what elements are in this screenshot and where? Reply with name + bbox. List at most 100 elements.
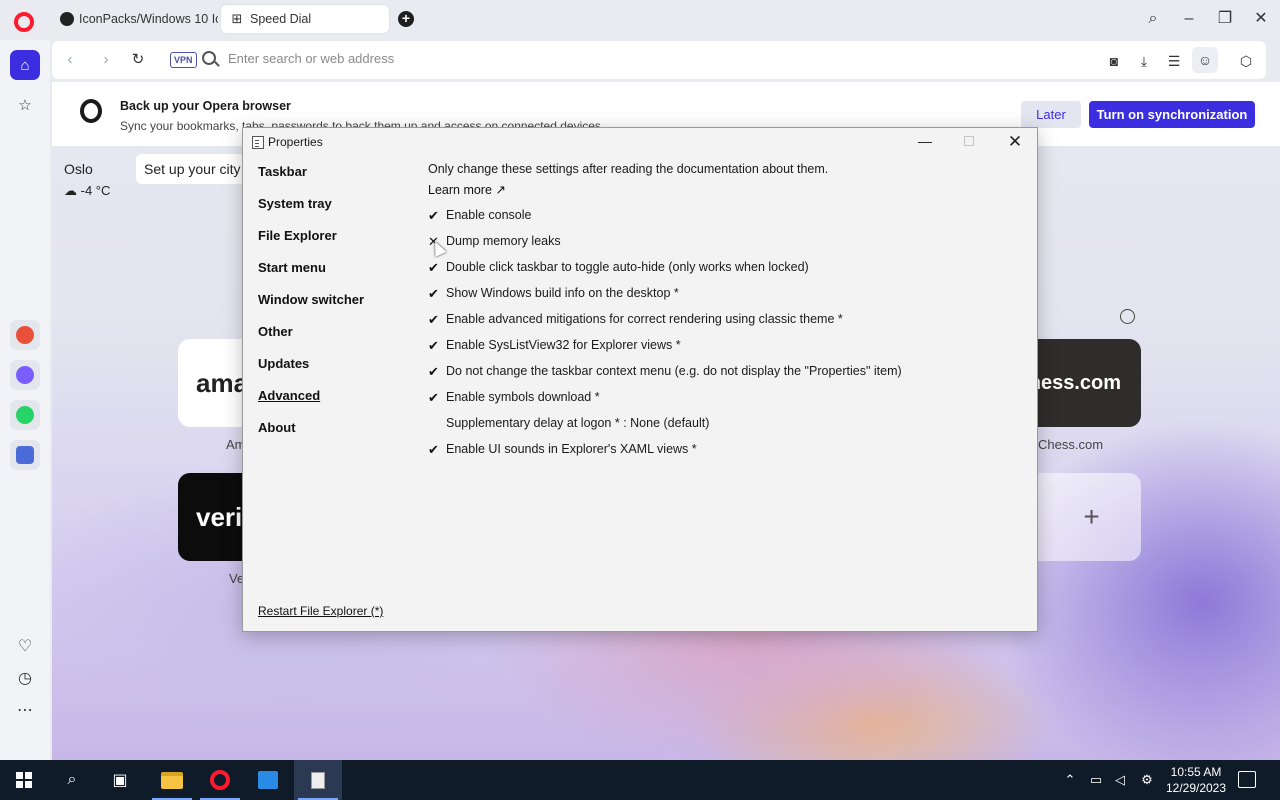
check-icon: ✔	[428, 260, 439, 275]
nav-item-system-tray[interactable]: System tray	[258, 196, 332, 211]
minimize-button[interactable]: –	[1177, 8, 1201, 32]
new-tab-button[interactable]: +	[398, 11, 414, 27]
heart-icon[interactable]: ♡	[14, 636, 36, 658]
bookmarks-button[interactable]: ☆	[10, 90, 40, 120]
speed-dial-icon: ⊞	[231, 11, 243, 26]
volume-muted-icon[interactable]: ◁	[1112, 772, 1128, 788]
taskbar-clock[interactable]: 10:55 AM 12/29/2023	[1160, 764, 1232, 796]
opera-logo-icon	[80, 99, 102, 123]
dialog-minimize-button[interactable]: —	[915, 133, 935, 151]
notification-icon[interactable]	[1238, 771, 1256, 788]
close-window-button[interactable]: ✕	[1249, 8, 1273, 32]
properties-icon	[311, 771, 325, 789]
aria-button[interactable]	[10, 320, 40, 350]
option-label: Enable UI sounds in Explorer's XAML view…	[446, 442, 697, 456]
option-label: Enable symbols download *	[446, 390, 600, 404]
download-icon[interactable]: ⤓	[1134, 51, 1154, 71]
aria-icon	[16, 326, 34, 344]
option-label: Show Windows build info on the desktop *	[446, 286, 679, 300]
nav-item-advanced[interactable]: Advanced	[258, 388, 320, 403]
properties-dialog: Properties — ✕ Taskbar System tray File …	[242, 127, 1038, 632]
properties-taskbar-button[interactable]	[294, 760, 342, 800]
messenger-button[interactable]	[10, 360, 40, 390]
chevron-up-icon[interactable]: ⌃	[1062, 772, 1078, 788]
check-icon: ✔	[428, 286, 439, 301]
option-label: Do not change the taskbar context menu (…	[446, 364, 902, 378]
later-button[interactable]: Later	[1021, 101, 1081, 128]
check-icon: ✔	[428, 338, 439, 353]
option-label: Double click taskbar to toggle auto-hide…	[446, 260, 809, 274]
tab-speed-dial[interactable]: ⊞ Speed Dial	[221, 5, 389, 33]
tab-search-icon[interactable]: ⌕	[1141, 8, 1165, 32]
easy-setup-icon[interactable]: ☰	[1164, 51, 1184, 71]
opera-icon	[210, 770, 230, 790]
address-input[interactable]	[228, 51, 928, 66]
file-explorer-taskbar-button[interactable]	[148, 760, 196, 800]
dialog-close-button[interactable]: ✕	[1005, 132, 1025, 152]
nav-item-start-menu[interactable]: Start menu	[258, 260, 326, 275]
opera-sidebar: ⌂ ☆ ♡ ◷ ⋯	[0, 40, 50, 760]
headphones-icon	[16, 446, 34, 464]
forward-button[interactable]: ›	[96, 50, 116, 70]
check-icon: ✔	[428, 442, 439, 457]
windows-logo-icon	[16, 772, 32, 788]
restart-explorer-link[interactable]: Restart File Explorer (*)	[258, 604, 383, 618]
store-taskbar-button[interactable]	[244, 760, 292, 800]
weather-temperature: ☁ -4 °C	[64, 183, 111, 198]
option-label: Enable advanced mitigations for correct …	[446, 312, 843, 326]
restore-button[interactable]: ❐	[1213, 8, 1237, 32]
nav-item-taskbar[interactable]: Taskbar	[258, 164, 307, 179]
windows-taskbar: ⌕ ▣ ⌃ ▭ ◁ ⚙ 10:55 AM 12/29/2023	[0, 760, 1280, 800]
nav-item-updates[interactable]: Updates	[258, 356, 309, 371]
github-icon	[60, 11, 74, 27]
extensions-icon[interactable]: ⬡	[1236, 51, 1256, 71]
task-view-icon: ▣	[112, 772, 128, 789]
tab-label: IconPacks/Windows 10 Icons	[79, 12, 218, 26]
more-icon[interactable]: ⋯	[14, 700, 36, 722]
reload-button[interactable]: ↻	[128, 50, 148, 70]
home-icon: ⌂	[20, 56, 30, 74]
opera-menu-icon[interactable]	[14, 12, 34, 32]
camera-icon[interactable]: ◙	[1104, 51, 1124, 71]
tile-label: Chess.com	[1038, 437, 1104, 452]
profile-button[interactable]: ☺	[1192, 47, 1218, 73]
dialog-title: Properties	[268, 135, 323, 149]
option-label: Enable console	[446, 208, 532, 222]
back-button[interactable]: ‹	[60, 50, 80, 70]
task-view-button[interactable]: ▣	[96, 760, 144, 800]
settings-gear-icon[interactable]: ⚙	[1139, 772, 1155, 788]
history-icon[interactable]: ◷	[14, 668, 36, 690]
opera-taskbar-button[interactable]	[196, 760, 244, 800]
address-bar: ‹ › ↻ VPN ◙ ⤓ ☰ ☺ ⬡	[52, 41, 1266, 79]
start-button[interactable]	[0, 760, 48, 800]
properties-icon	[252, 136, 264, 149]
weather-city[interactable]: Oslo	[64, 161, 93, 177]
smiley-icon[interactable]	[1120, 309, 1135, 324]
profile-icon: ☺	[1197, 52, 1213, 68]
turn-on-sync-button[interactable]: Turn on synchronization	[1089, 101, 1255, 128]
learn-more-link[interactable]: Learn more ↗	[428, 182, 506, 197]
set-city-tooltip[interactable]: Set up your city	[136, 154, 249, 184]
whatsapp-button[interactable]	[10, 400, 40, 430]
search-icon: ⌕	[67, 771, 77, 788]
nav-item-window-switcher[interactable]: Window switcher	[258, 292, 364, 307]
network-icon[interactable]: ▭	[1088, 772, 1104, 788]
check-icon: ✔	[428, 390, 439, 405]
nav-item-about[interactable]: About	[258, 420, 296, 435]
home-button[interactable]: ⌂	[10, 50, 40, 80]
dialog-titlebar[interactable]: Properties — ✕	[243, 128, 1037, 156]
nav-item-other[interactable]: Other	[258, 324, 293, 339]
tab-iconpacks[interactable]: IconPacks/Windows 10 Icons	[52, 5, 218, 33]
nav-item-file-explorer[interactable]: File Explorer	[258, 228, 337, 243]
check-icon: ✔	[428, 208, 439, 223]
dialog-maximize-button	[964, 136, 974, 146]
clock-time: 10:55 AM	[1170, 765, 1222, 779]
browser-titlebar: IconPacks/Windows 10 Icons ⊞ Speed Dial …	[0, 0, 1280, 40]
taskbar-search-button[interactable]: ⌕	[48, 760, 96, 800]
option-label: Dump memory leaks	[446, 234, 561, 248]
music-player-button[interactable]	[10, 440, 40, 470]
messenger-icon	[16, 366, 34, 384]
clock-date: 12/29/2023	[1165, 781, 1227, 795]
vpn-badge[interactable]: VPN	[170, 52, 197, 68]
check-icon: ✔	[428, 312, 439, 327]
